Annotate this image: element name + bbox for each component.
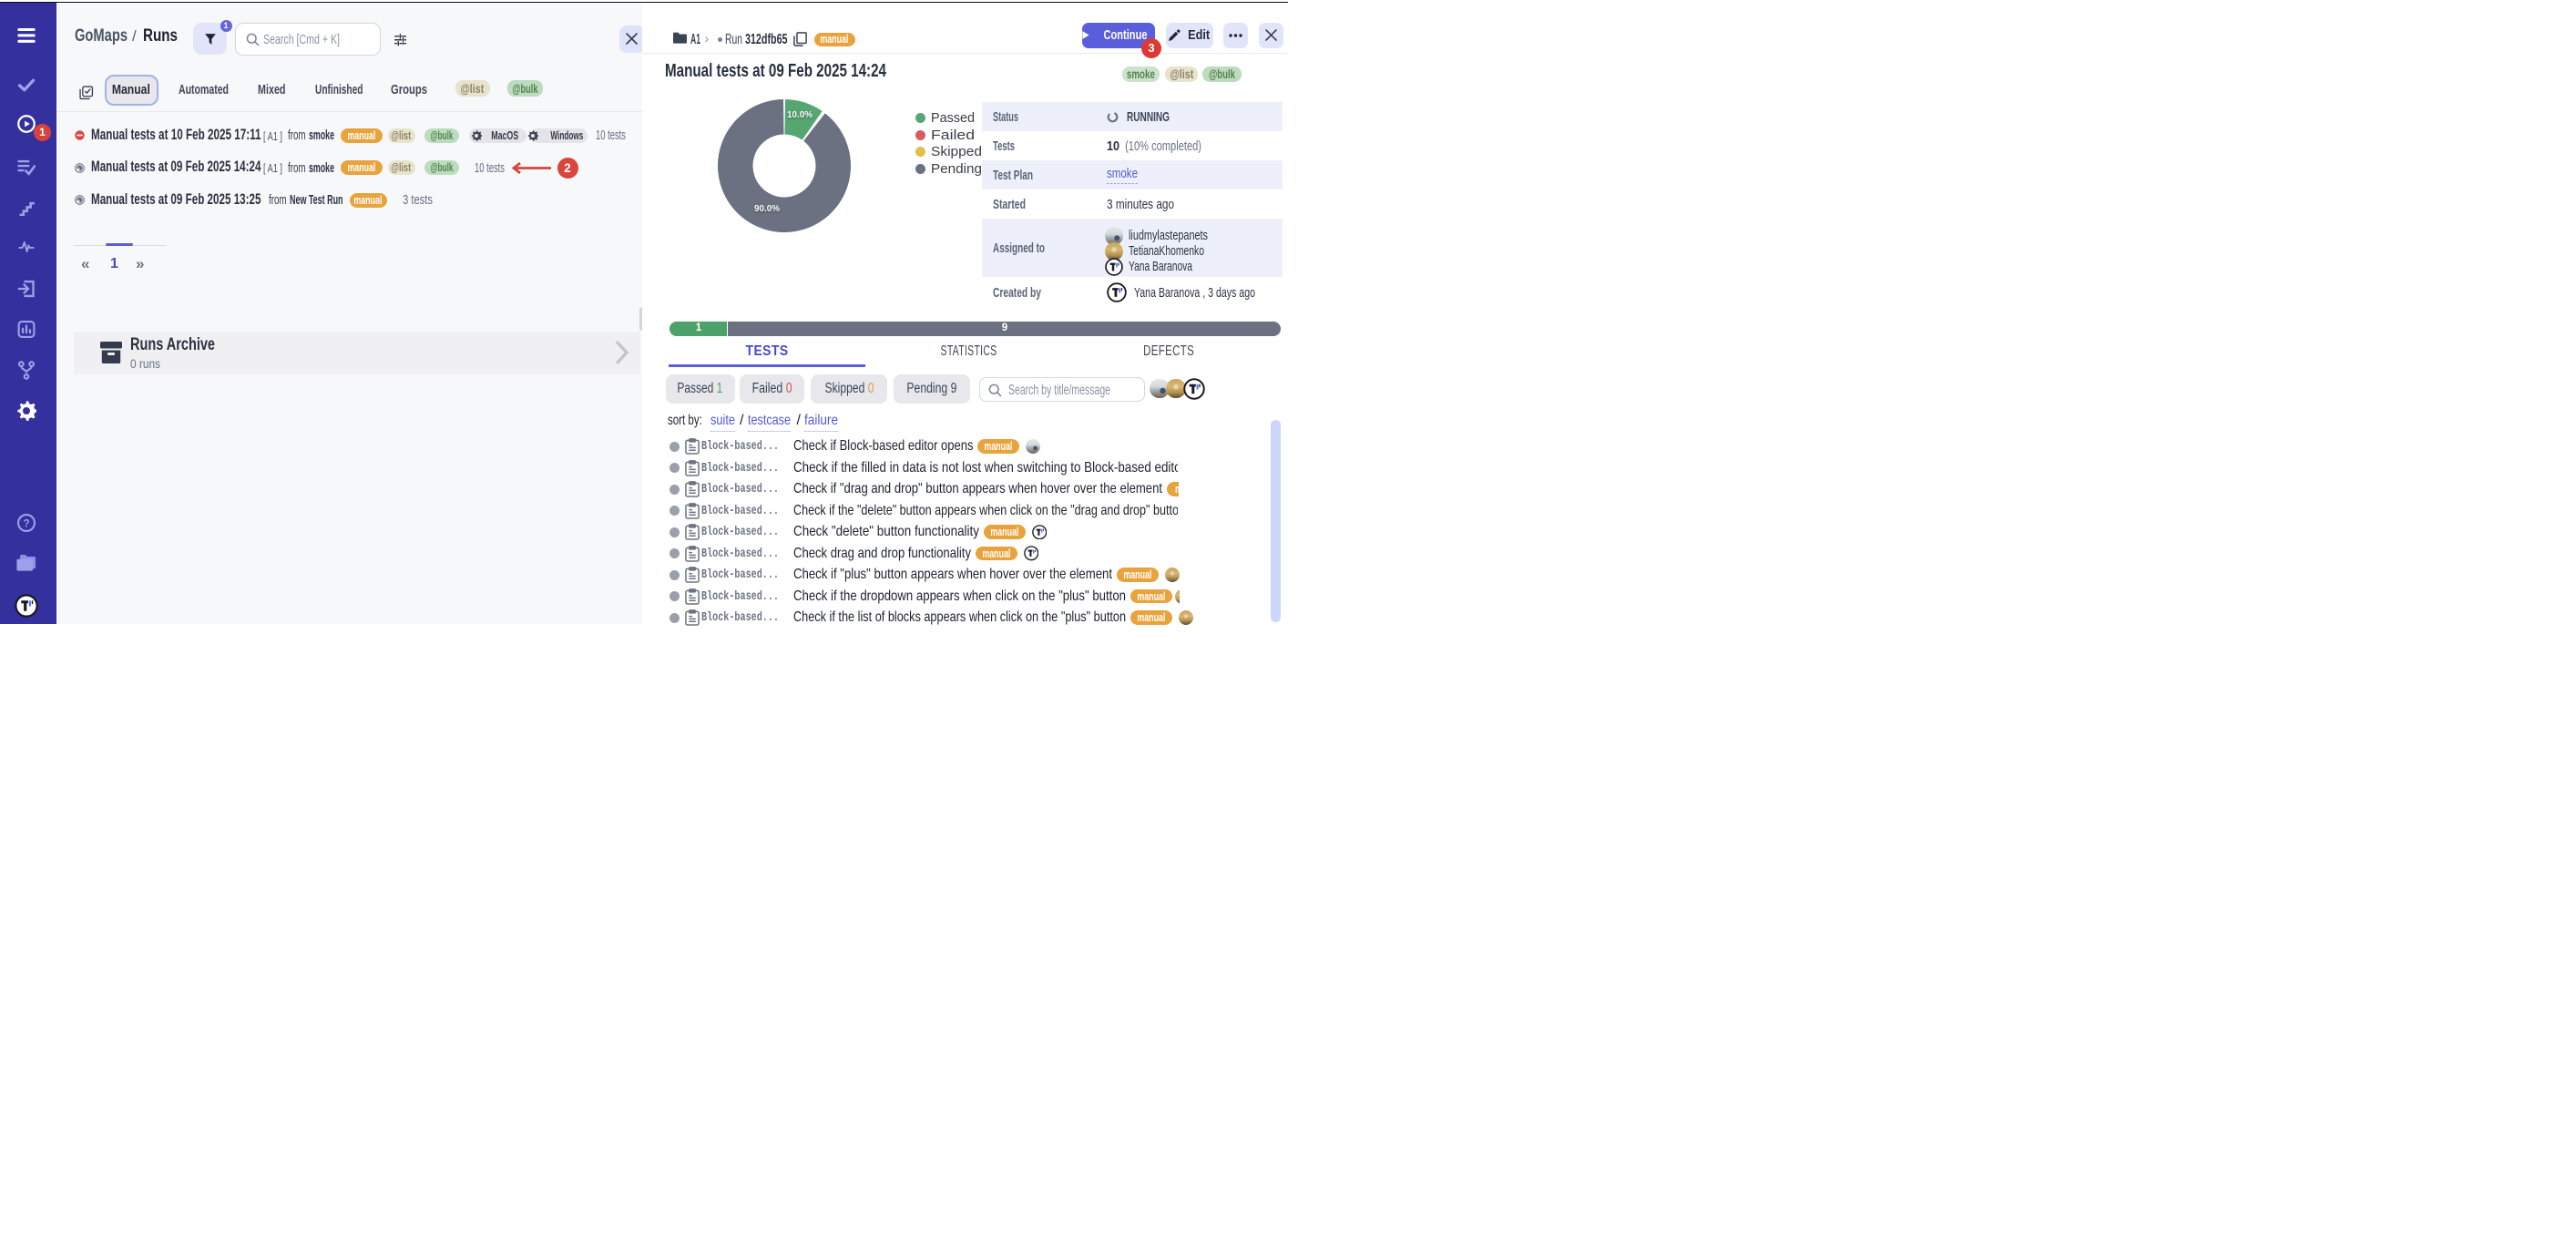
svg-text:?: ? <box>23 517 29 529</box>
